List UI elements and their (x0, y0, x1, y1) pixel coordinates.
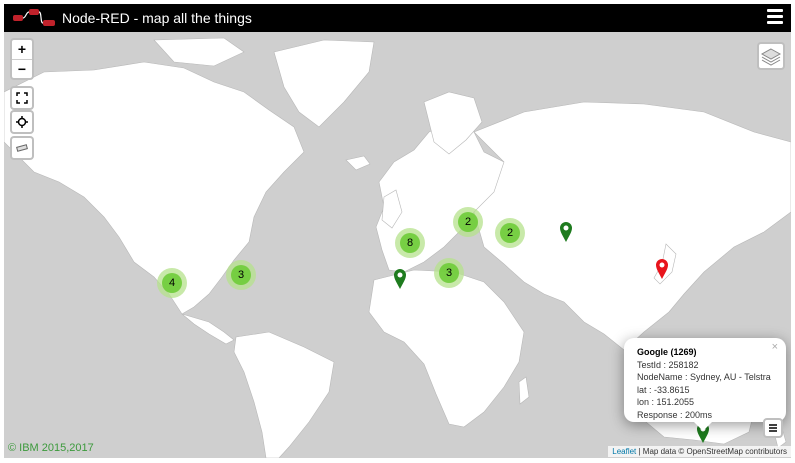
layers-icon (760, 48, 782, 66)
popup-title: Google (1269) (637, 347, 697, 357)
cluster-marker[interactable]: 2 (495, 218, 525, 248)
ruler-button[interactable] (10, 136, 34, 160)
copyright-text: © IBM 2015,2017 (8, 442, 94, 454)
cluster-count: 2 (500, 223, 520, 243)
popup-close-button[interactable]: × (772, 341, 778, 354)
locate-button[interactable] (10, 110, 34, 134)
cluster-count: 4 (162, 273, 182, 293)
cluster-count: 3 (231, 265, 251, 285)
ruler-icon (16, 144, 28, 152)
app-window: Node-RED - map all the things + − 4 3 8 … (4, 4, 791, 458)
fullscreen-icon (16, 92, 28, 104)
red-pin-icon[interactable] (655, 258, 669, 280)
attribution-text: | Map data © OpenStreetMap contributors (636, 447, 788, 456)
layers-button[interactable] (757, 42, 785, 70)
cluster-marker[interactable]: 3 (226, 260, 256, 290)
page-title: Node-RED - map all the things (62, 10, 252, 26)
green-pin-icon[interactable] (393, 268, 407, 290)
hamburger-menu-icon[interactable] (767, 9, 783, 27)
list-icon (769, 424, 777, 432)
popup-response: Response : 200ms (637, 409, 713, 420)
popup-lon: lon : 151.2055 (637, 397, 695, 407)
fullscreen-button[interactable] (10, 86, 34, 110)
cluster-count: 8 (400, 233, 420, 253)
cluster-marker[interactable]: 3 (434, 258, 464, 288)
popup-node-name: NodeName : Sydney, AU - Telstra (637, 372, 771, 382)
zoom-in-button[interactable]: + (12, 40, 32, 60)
green-pin-icon[interactable] (559, 221, 573, 243)
cluster-count: 3 (439, 263, 459, 283)
cluster-marker[interactable]: 4 (157, 268, 187, 298)
cluster-marker[interactable]: 8 (395, 228, 425, 258)
zoom-control: + − (10, 38, 34, 80)
cluster-count: 2 (458, 212, 478, 232)
zoom-out-button[interactable]: − (12, 60, 32, 79)
popup-tip (694, 422, 712, 431)
map-attribution: Leaflet | Map data © OpenStreetMap contr… (608, 446, 791, 457)
leaflet-link[interactable]: Leaflet (612, 447, 636, 456)
popup-test-id: TestId : 258182 (637, 359, 699, 370)
crosshair-icon (16, 116, 28, 128)
list-button[interactable] (763, 418, 783, 438)
popup-lat: lat : -33.8615 (637, 384, 690, 395)
marker-popup: × Google (1269) TestId : 258182 NodeName… (624, 338, 786, 431)
node-red-logo (13, 9, 55, 26)
cluster-marker[interactable]: 2 (453, 207, 483, 237)
world-map[interactable]: + − 4 3 8 2 2 3 × Google (1269) TestId:… (4, 32, 791, 458)
header-bar: Node-RED - map all the things (4, 4, 791, 32)
